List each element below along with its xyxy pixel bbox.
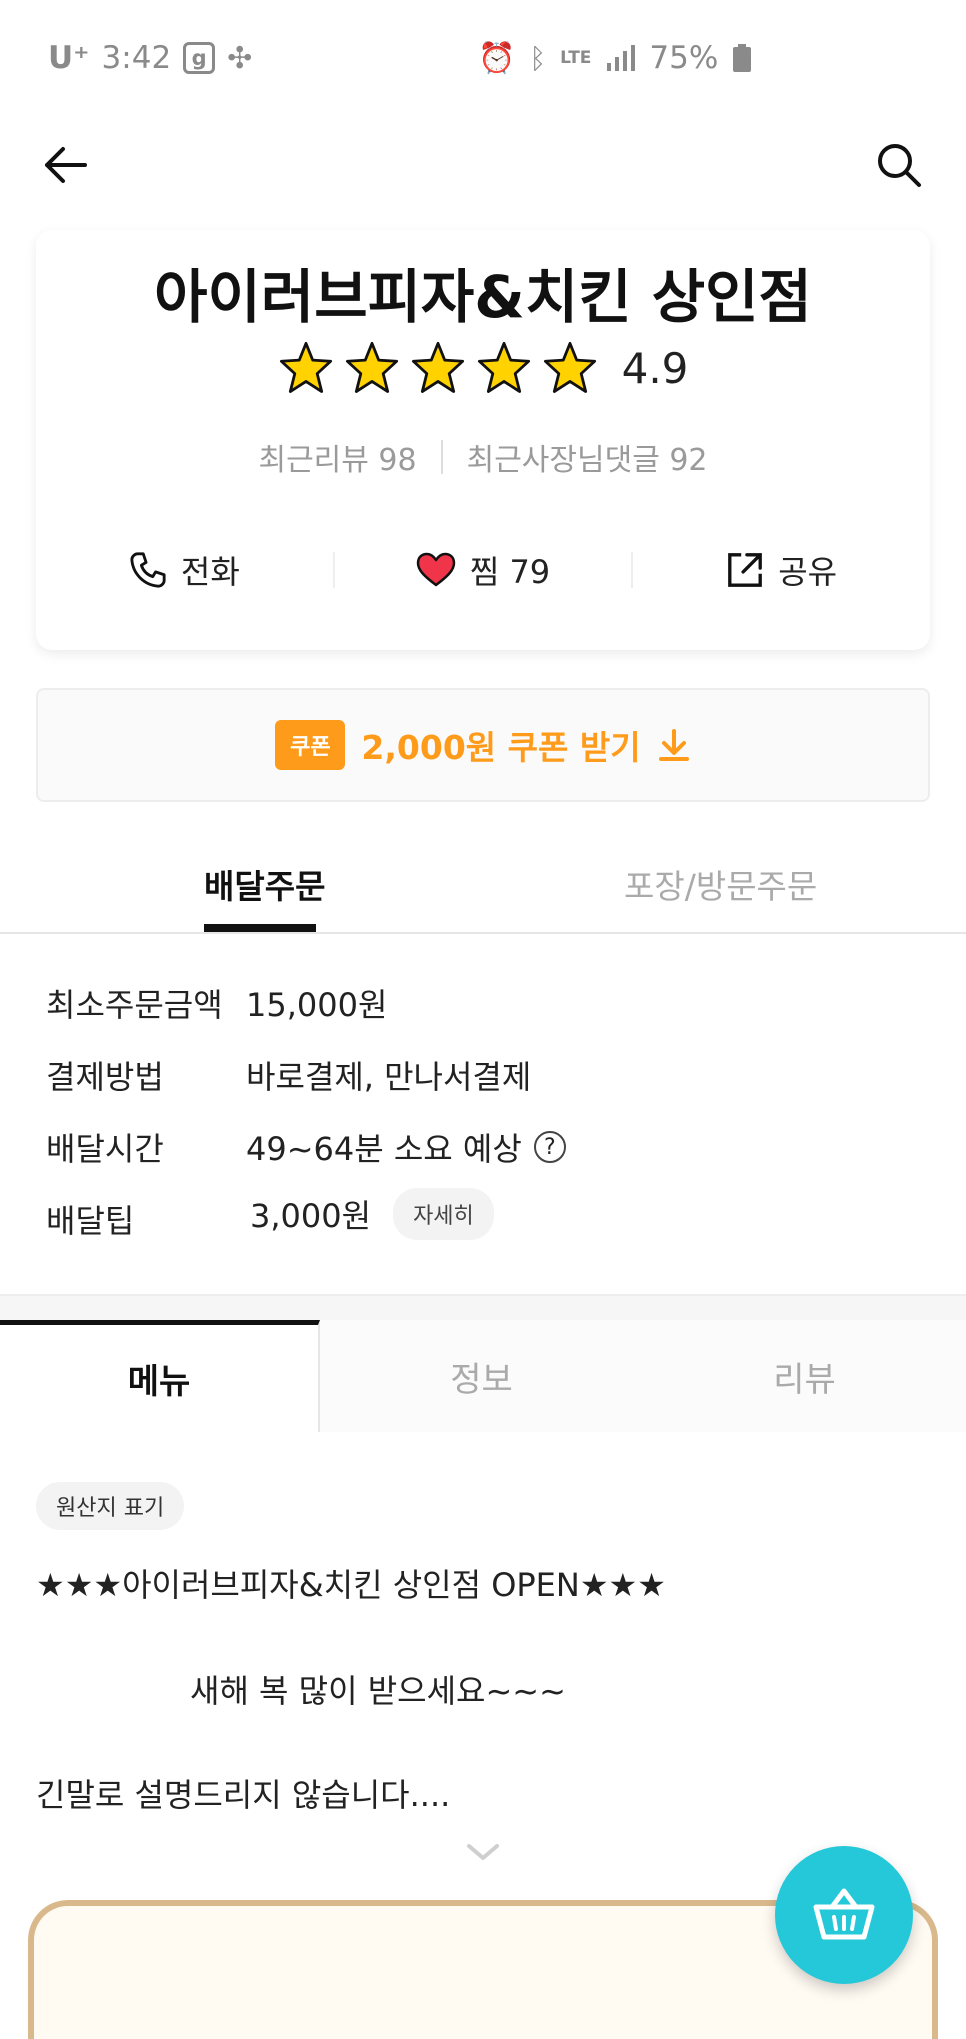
store-card: 아이러브피자&치킨 상인점 4.9 최근리뷰 98 최근사장님댓글 92 전화 … <box>36 230 930 650</box>
info-value: 49~64분 소요 예상 ? <box>246 1124 566 1170</box>
owner-replies-link[interactable]: 최근사장님댓글 92 <box>467 435 708 479</box>
tab-info[interactable]: 정보 <box>320 1320 643 1432</box>
tab-info-label: 정보 <box>450 1359 513 1400</box>
signal-icon <box>607 45 636 71</box>
review-stats: 최근리뷰 98 최근사장님댓글 92 <box>36 435 930 479</box>
coupon-label: 2,000원 쿠폰 받기 <box>361 728 641 767</box>
call-button[interactable]: 전화 <box>36 547 333 593</box>
app-notification-icon: g <box>183 42 216 74</box>
info-row: 배달팁 3,000원 자세히 <box>46 1188 926 1268</box>
delivery-tip-value: 3,000원 <box>250 1197 372 1235</box>
chevron-down-icon[interactable] <box>465 1840 501 1864</box>
heart-icon <box>416 552 456 587</box>
tab-menu-label: 메뉴 <box>127 1362 191 1402</box>
status-right: ⏰ ᛒ LTE 75% <box>478 40 752 76</box>
min-order-value: 15,000원 <box>246 986 388 1024</box>
info-label: 최소주문금액 <box>46 986 223 1024</box>
help-icon[interactable]: ? <box>533 1131 566 1163</box>
tab-delivery[interactable]: 배달주문 <box>204 860 325 908</box>
bluetooth-icon: ᛒ <box>529 41 547 75</box>
star-icon <box>411 341 464 393</box>
star-icon <box>279 341 332 393</box>
active-tab-indicator <box>204 924 316 932</box>
info-row: 최소주문금액 15,000원 <box>46 980 926 1052</box>
order-type-tabs: 배달주문 포장/방문주문 <box>0 840 966 934</box>
network-label: LTE <box>560 48 592 68</box>
arrow-left-icon <box>45 147 87 183</box>
coupon-download-button[interactable]: 쿠폰 2,000원 쿠폰 받기 <box>36 688 930 802</box>
tab-menu[interactable]: 메뉴 <box>0 1320 320 1432</box>
pinwheel-icon: ✣ <box>227 40 253 76</box>
like-count: 찜 79 <box>469 553 551 591</box>
star-icon <box>477 341 530 393</box>
rating-value: 4.9 <box>621 343 689 393</box>
tab-review-label: 리뷰 <box>773 1359 836 1400</box>
coupon-badge-label: 쿠폰 <box>290 735 331 760</box>
coupon-badge-icon: 쿠폰 <box>275 720 346 770</box>
battery-icon <box>733 44 752 72</box>
section-divider <box>0 1294 966 1322</box>
status-left: U⁺ 3:42 g ✣ <box>48 40 252 76</box>
alarm-icon: ⏰ <box>478 40 516 76</box>
share-icon <box>728 553 763 587</box>
basket-icon <box>813 1888 875 1940</box>
recent-reviews-link[interactable]: 최근리뷰 98 <box>258 435 416 479</box>
carrier-label: U⁺ <box>48 40 90 76</box>
rating-row: 4.9 <box>36 340 930 396</box>
info-value: 바로결제, 만나서결제 <box>246 1052 531 1098</box>
tab-pickup[interactable]: 포장/방문주문 <box>624 860 817 908</box>
like-button[interactable]: 찜 79 <box>335 547 632 593</box>
info-row: 결제방법 바로결제, 만나서결제 <box>46 1052 926 1124</box>
share-button[interactable]: 공유 <box>633 547 930 593</box>
clock: 3:42 <box>101 40 172 76</box>
origin-label-button[interactable]: 원산지 표기 <box>36 1482 185 1530</box>
tab-review[interactable]: 리뷰 <box>643 1320 966 1432</box>
status-bar: U⁺ 3:42 g ✣ ⏰ ᛒ LTE 75% <box>0 0 966 120</box>
phone-icon <box>130 552 166 588</box>
delivery-info: 최소주문금액 15,000원 결제방법 바로결제, 만나서결제 배달시간 49~… <box>46 980 926 1268</box>
back-button[interactable] <box>30 130 100 200</box>
tip-detail-button[interactable]: 자세히 <box>393 1188 494 1240</box>
content-tabs: 메뉴 정보 리뷰 <box>0 1320 966 1432</box>
info-row: 배달시간 49~64분 소요 예상 ? <box>46 1124 926 1196</box>
battery-label: 75% <box>649 40 719 76</box>
search-icon <box>878 144 921 187</box>
star-icon <box>345 341 398 393</box>
info-label: 결제방법 <box>46 1058 164 1096</box>
divider <box>440 440 443 474</box>
info-label: 배달시간 <box>46 1130 164 1168</box>
info-label: 배달팁 <box>46 1202 135 1240</box>
download-icon <box>658 729 689 761</box>
delivery-time-value: 49~64분 소요 예상 <box>246 1130 522 1168</box>
notice-body: 긴말로 설명드리지 않습니다.... <box>36 1776 451 1814</box>
store-name: 아이러브피자&치킨 상인점 <box>154 263 812 331</box>
share-label: 공유 <box>778 553 838 591</box>
star-icon <box>543 341 596 393</box>
search-button[interactable] <box>864 130 934 200</box>
info-value: 15,000원 <box>246 980 387 1026</box>
store-actions: 전화 찜 79 공유 <box>36 530 930 610</box>
cart-button[interactable] <box>775 1846 913 1984</box>
payment-value: 바로결제, 만나서결제 <box>246 1058 532 1096</box>
notice-headline: ★★★아이러브피자&치킨 상인점 OPEN★★★ <box>36 1566 666 1604</box>
notice-greeting: 새해 복 많이 받으세요~~~ <box>190 1672 566 1710</box>
call-label: 전화 <box>180 553 240 591</box>
top-app-bar <box>0 120 966 220</box>
info-value: 3,000원 자세히 <box>250 1188 494 1240</box>
